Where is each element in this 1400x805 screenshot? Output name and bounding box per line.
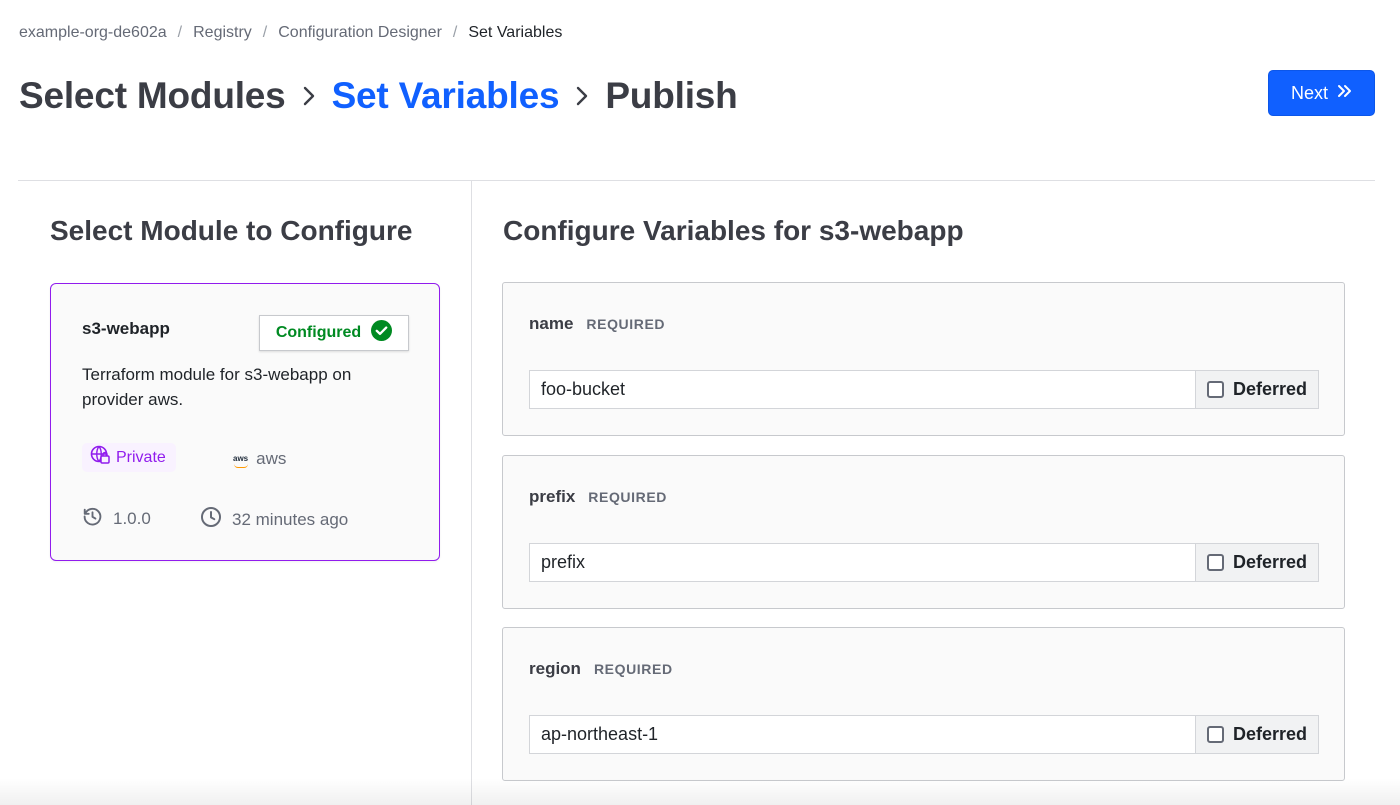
bottom-shade (0, 778, 1400, 805)
variable-label: prefix REQUIRED (529, 487, 667, 507)
deferred-checkbox[interactable] (1207, 554, 1224, 571)
module-updated: 32 minutes ago (200, 506, 348, 533)
breadcrumb-separator: / (452, 24, 458, 41)
deferred-toggle[interactable]: Deferred (1195, 715, 1319, 754)
visibility-label: Private (116, 448, 166, 466)
version-label: 1.0.0 (113, 509, 151, 528)
variable-input-name[interactable] (529, 370, 1196, 409)
variable-name: region (529, 659, 581, 678)
chevron-right-icon (286, 72, 332, 120)
step-select-modules[interactable]: Select Modules (19, 75, 286, 117)
header-divider (18, 180, 1375, 181)
configured-label: Configured (275, 324, 362, 341)
variable-input-prefix[interactable] (529, 543, 1196, 582)
chevron-right-icon (559, 72, 605, 120)
history-icon (82, 506, 103, 532)
breadcrumb-org[interactable]: example-org-de602a (19, 24, 167, 42)
deferred-toggle[interactable]: Deferred (1195, 543, 1319, 582)
step-publish: Publish (605, 75, 738, 116)
breadcrumb-current: Set Variables (468, 24, 563, 41)
right-panel-title: Configure Variables for s3-webapp (503, 215, 964, 246)
chevrons-right-icon (1336, 83, 1352, 104)
breadcrumb-separator: / (262, 24, 268, 41)
variable-card-name: name REQUIRED Deferred (502, 282, 1345, 436)
check-circle-icon (371, 320, 393, 346)
configured-badge: Configured (259, 315, 409, 351)
next-button[interactable]: Next (1268, 70, 1375, 116)
step-set-variables: Set Variables (331, 75, 560, 116)
breadcrumb: example-org-de602a / Registry / Configur… (19, 22, 562, 44)
deferred-checkbox[interactable] (1207, 726, 1224, 743)
aws-logo-icon: aws (233, 454, 249, 468)
required-tag: REQUIRED (588, 489, 667, 505)
left-panel-title: Select Module to Configure (50, 215, 413, 246)
provider-label: aws (256, 449, 287, 468)
deferred-toggle[interactable]: Deferred (1195, 370, 1319, 409)
variable-input-region[interactable] (529, 715, 1196, 754)
deferred-label: Deferred (1233, 552, 1308, 572)
globe-lock-icon (90, 445, 110, 470)
variable-name: prefix (529, 487, 576, 506)
variable-label: region REQUIRED (529, 659, 673, 679)
clock-icon (200, 506, 222, 533)
updated-label: 32 minutes ago (232, 509, 349, 529)
required-tag: REQUIRED (593, 661, 673, 677)
deferred-checkbox[interactable] (1207, 381, 1224, 398)
variable-card-prefix: prefix REQUIRED Deferred (502, 455, 1345, 609)
variable-card-region: region REQUIRED Deferred (502, 627, 1345, 781)
variable-label: name REQUIRED (529, 314, 665, 334)
deferred-label: Deferred (1233, 724, 1308, 744)
deferred-label: Deferred (1233, 379, 1308, 399)
breadcrumb-separator: / (177, 24, 183, 41)
breadcrumb-configuration-designer[interactable]: Configuration Designer (278, 24, 442, 42)
breadcrumb-registry[interactable]: Registry (193, 24, 252, 42)
module-card[interactable]: s3-webapp Configured Terraform module fo… (50, 283, 440, 561)
next-button-label: Next (1290, 82, 1328, 103)
visibility-badge: Private (82, 443, 176, 472)
variable-name: name (529, 314, 574, 333)
module-name: s3-webapp (82, 319, 170, 338)
module-version: 1.0.0 (82, 506, 151, 532)
required-tag: REQUIRED (586, 316, 666, 332)
module-description: Terraform module for s3-webapp on provid… (82, 365, 352, 409)
provider: aws aws (233, 449, 286, 469)
wizard-steps: Select Modules Set Variables Publish (19, 72, 738, 120)
panel-divider (471, 181, 472, 805)
